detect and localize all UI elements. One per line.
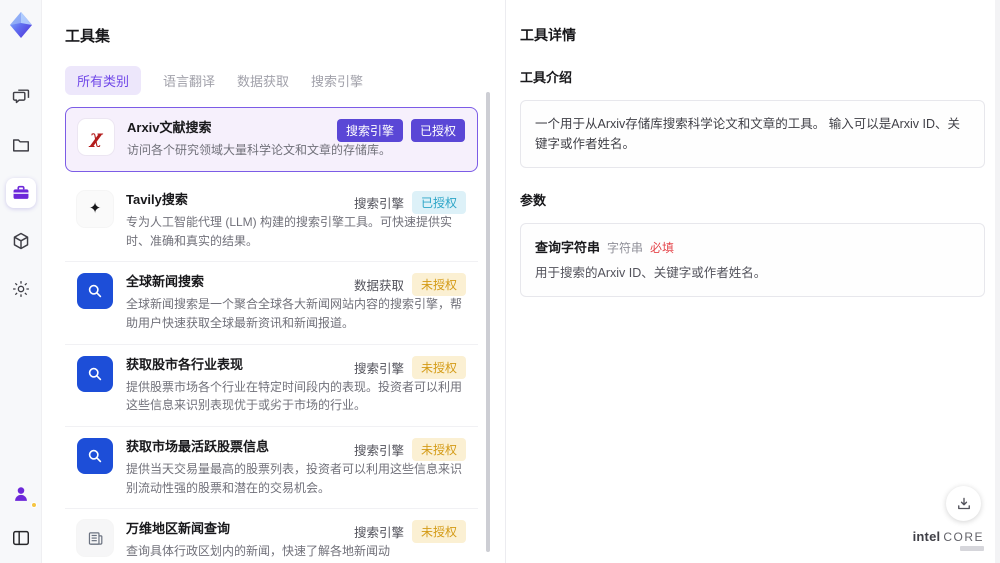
settings-gear-icon[interactable]: [6, 274, 36, 304]
intro-card: 一个用于从Arxiv存储库搜索科学论文和文章的工具。 输入可以是Arxiv ID…: [520, 100, 985, 168]
params-heading: 参数: [520, 193, 547, 208]
rail-nav: [5, 82, 36, 304]
app-logo-icon: [6, 10, 36, 40]
category-label: 搜索引擎: [353, 443, 404, 458]
tool-desc: 全球新闻搜索是一个聚合全球各大新闻网站内容的搜索引擎，帮助用户快速获取全球最新资…: [126, 297, 463, 330]
status-badge: 未授权: [411, 273, 466, 297]
param-name: 查询字符串: [535, 240, 601, 255]
category-label: 搜索引擎: [353, 196, 404, 211]
tool-item-stock-sectors[interactable]: 获取股市各行业表现 提供股票市场各个行业在特定时间段内的表现。投资者可以利用这些…: [65, 345, 478, 427]
tab-translation[interactable]: 语言翻译: [163, 71, 215, 90]
tool-desc: 查询具体行政区划内的新闻，快速了解各地新闻动: [126, 544, 391, 559]
panel-toggle-icon[interactable]: [6, 523, 36, 553]
tool-desc: 提供当天交易量最高的股票列表，投资者可以利用这些信息来识别流动性强的股票和潜在的…: [126, 462, 463, 495]
active-stocks-icon: [77, 437, 113, 474]
tool-name: 万维地区新闻查询: [126, 521, 231, 537]
tool-name: 全球新闻搜索: [126, 274, 205, 290]
list-scrollbar[interactable]: [486, 92, 490, 552]
arxiv-chi-icon: χ: [78, 119, 114, 155]
tool-list: χ Arxiv文献搜索 访问各个研究领域大量科学论文和文章的存储库。 搜索引擎 …: [65, 107, 478, 563]
category-label: 搜索引擎: [353, 361, 404, 376]
intro-text: 一个用于从Arxiv存储库搜索科学论文和文章的工具。 输入可以是Arxiv ID…: [535, 117, 961, 151]
tool-list-panel: 工具集 所有类别 语言翻译 数据获取 搜索引擎 χ Arxiv文献搜索 访问各个…: [42, 0, 505, 563]
tool-desc: 专为人工智能代理 (LLM) 构建的搜索引擎工具。可快速提供实时、准确和真实的结…: [126, 214, 453, 248]
page-title: 工具集: [65, 28, 111, 45]
tool-item-global-news[interactable]: 全球新闻搜索 全球新闻搜索是一个聚合全球各大新闻网站内容的搜索引擎，帮助用户快速…: [65, 262, 478, 345]
status-badge: 未授权: [411, 355, 466, 379]
tab-data-fetch[interactable]: 数据获取: [237, 71, 289, 90]
category-label: 搜索引擎: [353, 526, 404, 541]
window-scrollbar-track[interactable]: [995, 0, 1000, 563]
tool-desc: 提供股票市场各个行业在特定时间段内的表现。投资者可以利用这些信息来识别表现优于或…: [126, 379, 463, 413]
param-desc: 用于搜索的Arxiv ID、关键字或作者姓名。: [535, 266, 767, 280]
badges: 搜索引擎 未授权: [353, 437, 466, 461]
tab-all-categories[interactable]: 所有类别: [65, 66, 142, 95]
badges: 搜索引擎 未授权: [353, 520, 466, 544]
sparkle-icon: ✦: [77, 190, 113, 227]
category-tabs: 所有类别 语言翻译 数据获取 搜索引擎: [65, 66, 478, 95]
status-badge: 已授权: [411, 190, 466, 214]
news-search-icon: [77, 273, 113, 310]
newspaper-icon: [77, 520, 113, 557]
param-card: 查询字符串 字符串 必填 用于搜索的Arxiv ID、关键字或作者姓名。: [520, 223, 985, 297]
intel-logo-sub-badge: [960, 546, 984, 551]
detail-title: 工具详情: [520, 27, 576, 43]
tool-item-regional-news[interactable]: 万维地区新闻查询 查询具体行政区划内的新闻，快速了解各地新闻动 搜索引擎 未授权: [65, 509, 478, 563]
tool-name: Arxiv文献搜索: [127, 120, 212, 135]
chat-icon[interactable]: [6, 82, 36, 112]
status-badge: 未授权: [411, 520, 466, 544]
avatar-status-dot: [30, 502, 37, 508]
tool-desc: 访问各个研究领域大量科学论文和文章的存储库。: [127, 143, 392, 158]
param-type: 字符串: [607, 241, 644, 255]
category-badge: 搜索引擎: [336, 119, 403, 142]
folder-icon[interactable]: [6, 130, 36, 160]
status-badge: 已授权: [410, 119, 465, 142]
cube-icon[interactable]: [6, 226, 36, 256]
status-badge: 未授权: [411, 437, 466, 461]
badges: 数据获取 未授权: [353, 273, 466, 297]
stock-sector-icon: [77, 355, 113, 392]
core-wordmark: core: [943, 530, 984, 544]
tool-name: 获取市场最活跃股票信息: [126, 438, 270, 454]
param-head: 查询字符串 字符串 必填: [535, 237, 970, 256]
badges: 搜索引擎 已授权: [353, 190, 466, 214]
intel-core-logo: intel core: [913, 529, 984, 551]
tool-item-active-stocks[interactable]: 获取市场最活跃股票信息 提供当天交易量最高的股票列表，投资者可以利用这些信息来识…: [65, 427, 478, 510]
user-avatar[interactable]: [6, 479, 37, 509]
param-required-badge: 必填: [650, 241, 675, 255]
tool-name: Tavily搜索: [126, 191, 188, 207]
tool-name: 获取股市各行业表现: [126, 356, 244, 372]
badges: 搜索引擎 已授权: [336, 119, 465, 142]
toolbox-icon[interactable]: [5, 178, 36, 208]
tool-item-arxiv[interactable]: χ Arxiv文献搜索 访问各个研究领域大量科学论文和文章的存储库。 搜索引擎 …: [65, 107, 478, 172]
intel-wordmark: intel: [912, 529, 941, 544]
intro-heading: 工具介绍: [520, 70, 573, 85]
badges: 搜索引擎 未授权: [353, 355, 466, 379]
tab-search-engine[interactable]: 搜索引擎: [311, 71, 363, 90]
rail-bottom: [6, 479, 37, 553]
download-button[interactable]: [946, 486, 981, 521]
tool-item-tavily[interactable]: ✦ Tavily搜索 专为人工智能代理 (LLM) 构建的搜索引擎工具。可快速提…: [65, 180, 478, 263]
category-label: 数据获取: [353, 279, 404, 294]
tool-detail-panel: 工具详情 工具介绍 一个用于从Arxiv存储库搜索科学论文和文章的工具。 输入可…: [506, 0, 1000, 563]
app-window: 工具集 所有类别 语言翻译 数据获取 搜索引擎 χ Arxiv文献搜索 访问各个…: [0, 0, 1000, 563]
left-rail: [0, 0, 42, 563]
